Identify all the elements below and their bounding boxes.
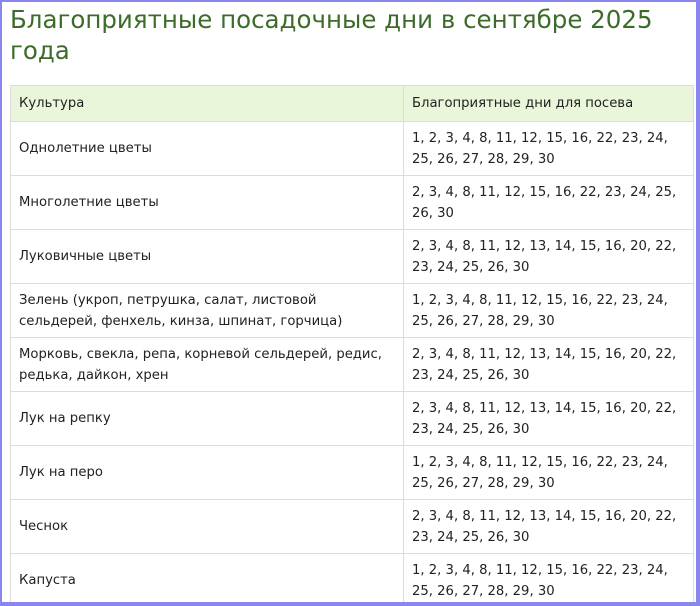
- days-cell: 1, 2, 3, 4, 8, 11, 12, 15, 16, 22, 23, 2…: [403, 445, 694, 500]
- days-cell: 1, 2, 3, 4, 8, 11, 12, 15, 16, 22, 23, 2…: [403, 553, 694, 602]
- crop-cell: Капуста: [10, 553, 404, 602]
- table-row: Многолетние цветы 2, 3, 4, 8, 11, 12, 15…: [10, 175, 694, 230]
- crop-cell: Луковичные цветы: [10, 229, 404, 284]
- crop-cell: Лук на перо: [10, 445, 404, 500]
- planting-days-table: Культура Благоприятные дни для посева Од…: [10, 85, 694, 602]
- crop-cell: Многолетние цветы: [10, 175, 404, 230]
- table-row: Капуста 1, 2, 3, 4, 8, 11, 12, 15, 16, 2…: [10, 553, 694, 602]
- table-header-row: Культура Благоприятные дни для посева: [10, 85, 694, 122]
- table-row: Луковичные цветы 2, 3, 4, 8, 11, 12, 13,…: [10, 229, 694, 284]
- crop-cell: Лук на репку: [10, 391, 404, 446]
- days-cell: 1, 2, 3, 4, 8, 11, 12, 15, 16, 22, 23, 2…: [403, 121, 694, 176]
- table-row: Лук на перо 1, 2, 3, 4, 8, 11, 12, 15, 1…: [10, 445, 694, 500]
- header-days: Благоприятные дни для посева: [403, 85, 694, 122]
- page-title: Благоприятные посадочные дни в сентябре …: [10, 5, 653, 65]
- table-row: Однолетние цветы 1, 2, 3, 4, 8, 11, 12, …: [10, 121, 694, 176]
- header-crop: Культура: [10, 85, 404, 122]
- table-row: Морковь, свекла, репа, корневой сельдере…: [10, 337, 694, 392]
- crop-cell: Морковь, свекла, репа, корневой сельдере…: [10, 337, 404, 392]
- table-row: Лук на репку 2, 3, 4, 8, 11, 12, 13, 14,…: [10, 391, 694, 446]
- days-cell: 2, 3, 4, 8, 11, 12, 13, 14, 15, 16, 20, …: [403, 391, 694, 446]
- crop-cell: Однолетние цветы: [10, 121, 404, 176]
- table-row: Чеснок 2, 3, 4, 8, 11, 12, 13, 14, 15, 1…: [10, 499, 694, 554]
- days-cell: 2, 3, 4, 8, 11, 12, 15, 16, 22, 23, 24, …: [403, 175, 694, 230]
- days-cell: 1, 2, 3, 4, 8, 11, 12, 15, 16, 22, 23, 2…: [403, 283, 694, 338]
- article-frame: Благоприятные посадочные дни в сентябре …: [0, 0, 700, 606]
- days-cell: 2, 3, 4, 8, 11, 12, 13, 14, 15, 16, 20, …: [403, 337, 694, 392]
- table-row: Зелень (укроп, петрушка, салат, листовой…: [10, 283, 694, 338]
- crop-cell: Зелень (укроп, петрушка, салат, листовой…: [10, 283, 404, 338]
- days-cell: 2, 3, 4, 8, 11, 12, 13, 14, 15, 16, 20, …: [403, 499, 694, 554]
- days-cell: 2, 3, 4, 8, 11, 12, 13, 14, 15, 16, 20, …: [403, 229, 694, 284]
- crop-cell: Чеснок: [10, 499, 404, 554]
